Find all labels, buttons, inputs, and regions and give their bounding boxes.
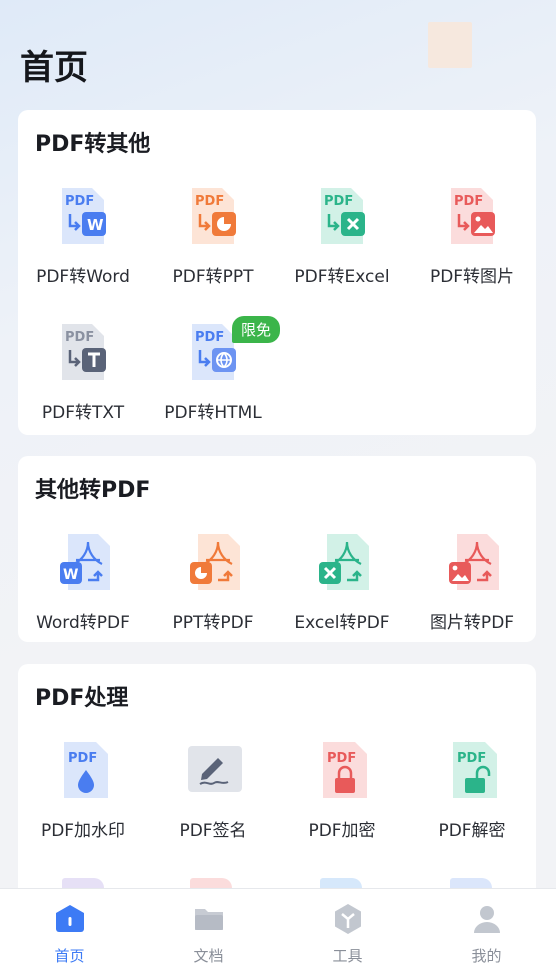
tool-image-to-pdf[interactable]: 图片转PDF bbox=[407, 532, 537, 642]
home-icon bbox=[56, 905, 84, 932]
tool-label: Word转PDF bbox=[36, 613, 130, 633]
svg-text:PDF: PDF bbox=[195, 194, 224, 209]
user-icon bbox=[474, 906, 500, 933]
tool-label: PDF转TXT bbox=[41, 403, 125, 423]
pdf-to-txt-icon: PDF bbox=[62, 324, 106, 380]
pdf-sign-icon bbox=[188, 746, 242, 792]
tab-me[interactable]: 我的 bbox=[417, 889, 556, 968]
tool-label: PPT转PDF bbox=[172, 613, 254, 633]
page-title: 首页 bbox=[20, 48, 88, 88]
tab-label: 我的 bbox=[471, 947, 502, 965]
tool-pdf-to-txt[interactable]: PDF PDF转TXT bbox=[18, 322, 148, 432]
pdf-to-ppt-icon: PDF bbox=[192, 188, 236, 244]
tool-label: PDF转PPT bbox=[172, 267, 254, 287]
pdf-to-word-icon: PDF W bbox=[62, 188, 106, 244]
tool-label: PDF转Excel bbox=[294, 267, 390, 287]
tool-pdf-to-ppt[interactable]: PDF PDF转PPT bbox=[148, 186, 278, 296]
tab-label: 首页 bbox=[54, 947, 85, 965]
pdf-to-image-icon: PDF bbox=[451, 188, 495, 244]
tab-label: 文档 bbox=[193, 947, 224, 965]
pdf-decrypt-icon: PDF bbox=[453, 742, 497, 798]
section-title: 其他转PDF bbox=[35, 478, 151, 503]
tool-label: 图片转PDF bbox=[429, 613, 515, 633]
tool-label: PDF转图片 bbox=[429, 267, 515, 287]
tool-excel-to-pdf[interactable]: Excel转PDF bbox=[277, 532, 407, 642]
tool-label: PDF加水印 bbox=[40, 821, 126, 841]
excel-to-pdf-icon bbox=[319, 534, 369, 590]
pdf-encrypt-icon: PDF bbox=[323, 742, 367, 798]
ppt-to-pdf-icon bbox=[190, 534, 240, 590]
svg-text:W: W bbox=[63, 567, 78, 583]
tool-word-to-pdf[interactable]: W Word转PDF bbox=[18, 532, 148, 642]
tab-tools[interactable]: 工具 bbox=[278, 889, 417, 968]
section-title: PDF转其他 bbox=[35, 132, 151, 157]
tool-pdf-decrypt[interactable]: PDF PDF解密 bbox=[407, 740, 537, 850]
tool-pdf-to-image[interactable]: PDF PDF转图片 bbox=[407, 186, 537, 296]
svg-text:PDF: PDF bbox=[195, 330, 224, 345]
top-decoration bbox=[428, 22, 472, 68]
svg-text:PDF: PDF bbox=[454, 194, 483, 209]
svg-text:PDF: PDF bbox=[327, 751, 356, 766]
tool-label: PDF解密 bbox=[438, 821, 506, 841]
free-badge: 限免 bbox=[232, 316, 281, 343]
svg-text:PDF: PDF bbox=[324, 194, 353, 209]
svg-text:W: W bbox=[87, 216, 104, 234]
pdf-to-excel-icon: PDF bbox=[321, 188, 365, 244]
section-other-to-pdf: 其他转PDF W Word转PDF PPT转PDF Excel转PDF 图片转P… bbox=[18, 456, 536, 642]
tool-label: PDF转HTML bbox=[164, 403, 262, 423]
toolbox-icon bbox=[335, 904, 361, 934]
tab-documents[interactable]: 文档 bbox=[139, 889, 278, 968]
tool-label: PDF签名 bbox=[179, 821, 247, 841]
tool-label: Excel转PDF bbox=[294, 613, 390, 633]
svg-text:PDF: PDF bbox=[65, 330, 94, 345]
tab-label: 工具 bbox=[332, 947, 363, 965]
tool-pdf-watermark[interactable]: PDF PDF加水印 bbox=[18, 740, 148, 850]
bottom-tab-bar: 首页 文档 工具 我的 bbox=[0, 888, 556, 968]
pdf-watermark-icon: PDF bbox=[64, 742, 108, 798]
tool-pdf-to-word[interactable]: PDF W PDF转Word bbox=[18, 186, 148, 296]
tool-label: PDF加密 bbox=[308, 821, 376, 841]
tool-pdf-to-html[interactable]: PDF 限免 PDF转HTML bbox=[148, 316, 281, 432]
tool-ppt-to-pdf[interactable]: PPT转PDF bbox=[148, 532, 278, 642]
image-to-pdf-icon bbox=[449, 534, 499, 590]
svg-text:PDF: PDF bbox=[65, 194, 94, 209]
tab-home[interactable]: 首页 bbox=[0, 889, 139, 968]
tool-pdf-encrypt[interactable]: PDF PDF加密 bbox=[277, 740, 407, 850]
section-title: PDF处理 bbox=[35, 686, 129, 711]
section-pdf-processing: PDF处理 PDF PDF加水印 PDF签名 PDF PDF加密 PDF PDF… bbox=[18, 664, 536, 904]
tool-pdf-sign[interactable]: PDF签名 bbox=[148, 740, 278, 850]
tool-pdf-to-excel[interactable]: PDF PDF转Excel bbox=[277, 186, 407, 296]
folder-icon bbox=[195, 909, 223, 930]
svg-text:PDF: PDF bbox=[457, 751, 486, 766]
word-to-pdf-icon: W bbox=[60, 534, 110, 590]
tool-label: PDF转Word bbox=[36, 267, 130, 287]
section-pdf-to-other: PDF转其他 PDF W PDF转Word PDF PDF转PPT PDF PD… bbox=[18, 110, 536, 435]
svg-text:PDF: PDF bbox=[68, 751, 97, 766]
